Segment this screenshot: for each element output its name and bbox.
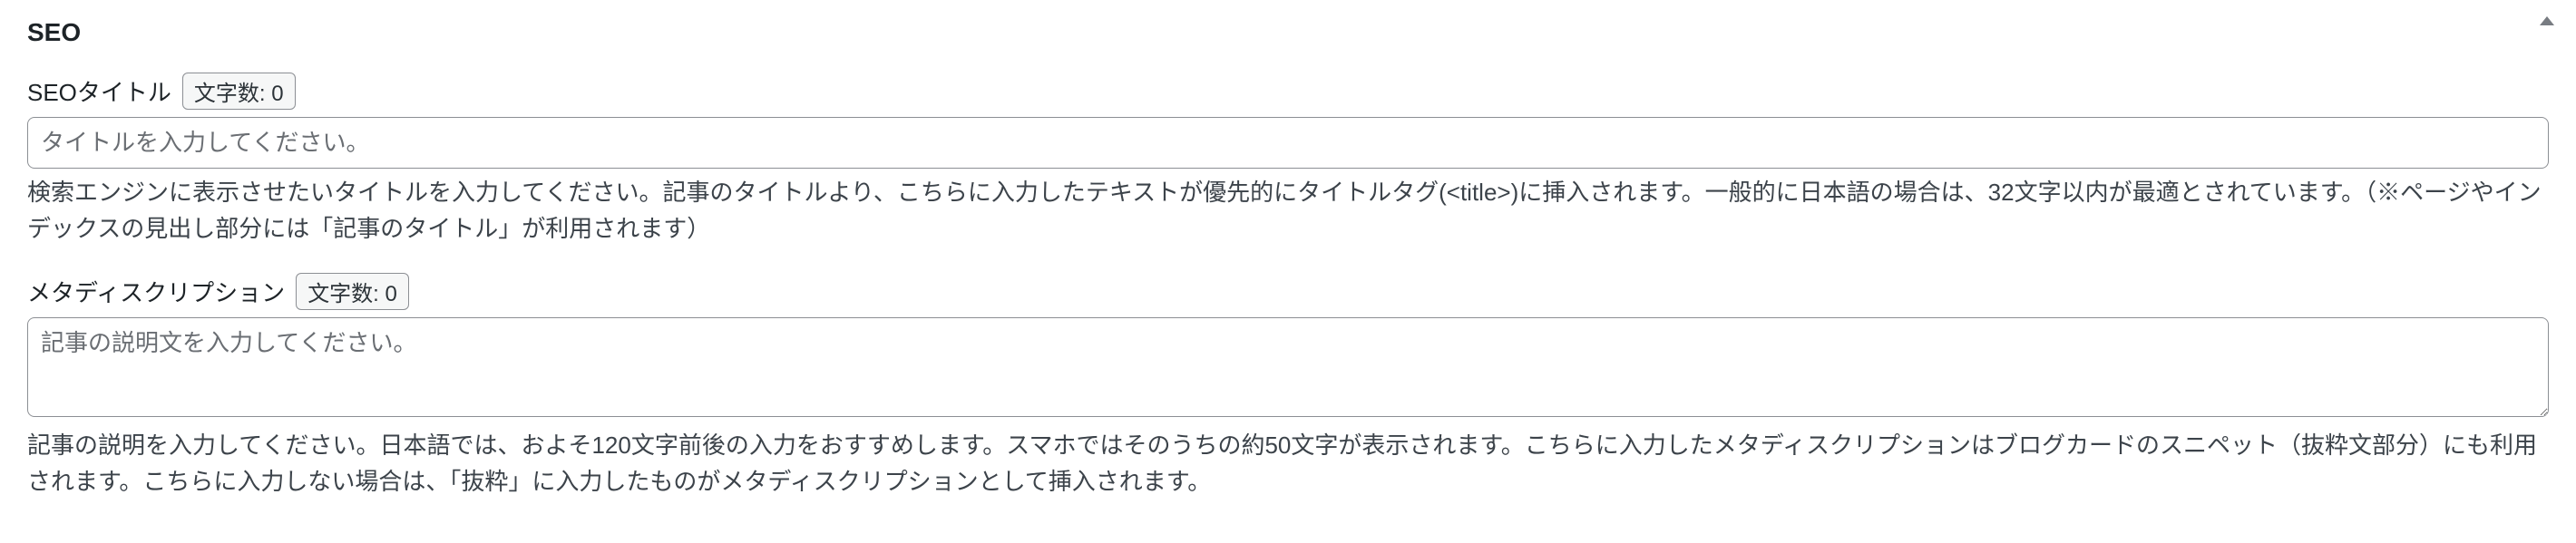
meta-description-label: メタディスクリプション	[27, 275, 285, 308]
seo-title-input[interactable]	[27, 117, 2549, 169]
seo-title-field: SEOタイトル 文字数: 0 検索エンジンに表示させたいタイトルを入力してくださ…	[27, 73, 2549, 247]
meta-description-header: メタディスクリプション 文字数: 0	[27, 273, 2549, 310]
seo-title-header: SEOタイトル 文字数: 0	[27, 73, 2549, 110]
collapse-toggle-icon[interactable]	[2540, 16, 2554, 25]
seo-title-help: 検索エンジンに表示させたいタイトルを入力してください。記事のタイトルより、こちら…	[27, 174, 2549, 247]
seo-title-char-count: 文字数: 0	[182, 73, 296, 110]
seo-title-label: SEOタイトル	[27, 74, 171, 108]
meta-description-help: 記事の説明を入力してください。日本語では、およそ120文字前後の入力をおすすめし…	[27, 427, 2549, 500]
panel-title: SEO	[27, 18, 2549, 47]
meta-description-field: メタディスクリプション 文字数: 0 記事の説明を入力してください。日本語では、…	[27, 273, 2549, 500]
seo-panel: SEO SEOタイトル 文字数: 0 検索エンジンに表示させたいタイトルを入力し…	[0, 0, 2576, 543]
meta-description-char-count: 文字数: 0	[296, 273, 409, 310]
meta-description-input[interactable]	[27, 317, 2549, 417]
